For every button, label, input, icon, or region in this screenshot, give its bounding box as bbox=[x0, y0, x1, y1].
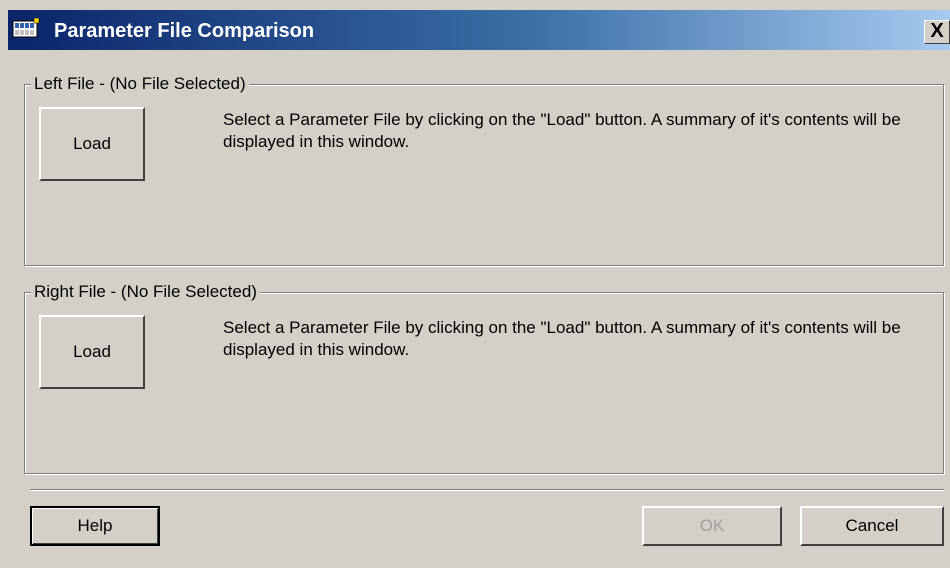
title-bar[interactable]: Parameter File Comparison X bbox=[8, 10, 950, 50]
footer-separator bbox=[30, 489, 944, 491]
cancel-button[interactable]: Cancel bbox=[800, 506, 944, 546]
left-file-summary: Select a Parameter File by clicking on t… bbox=[223, 110, 901, 151]
right-file-summary: Select a Parameter File by clicking on t… bbox=[223, 318, 901, 359]
window-title: Parameter File Comparison bbox=[54, 20, 315, 42]
right-file-legend: Right File - (No File Selected) bbox=[31, 281, 260, 303]
left-file-legend: Left File - (No File Selected) bbox=[31, 73, 249, 95]
left-load-button[interactable]: Load bbox=[39, 107, 145, 181]
close-button[interactable]: X bbox=[924, 20, 950, 44]
help-button[interactable]: Help bbox=[30, 506, 160, 546]
close-icon: X bbox=[930, 20, 944, 42]
dialog-window: Parameter File Comparison X Left File - … bbox=[0, 0, 950, 568]
ok-button[interactable]: OK bbox=[642, 506, 782, 546]
left-file-group: Left File - (No File Selected) Load Sele… bbox=[24, 73, 944, 266]
app-grid-icon bbox=[12, 18, 40, 38]
right-file-group: Right File - (No File Selected) Load Sel… bbox=[24, 281, 944, 474]
right-load-button[interactable]: Load bbox=[39, 315, 145, 389]
